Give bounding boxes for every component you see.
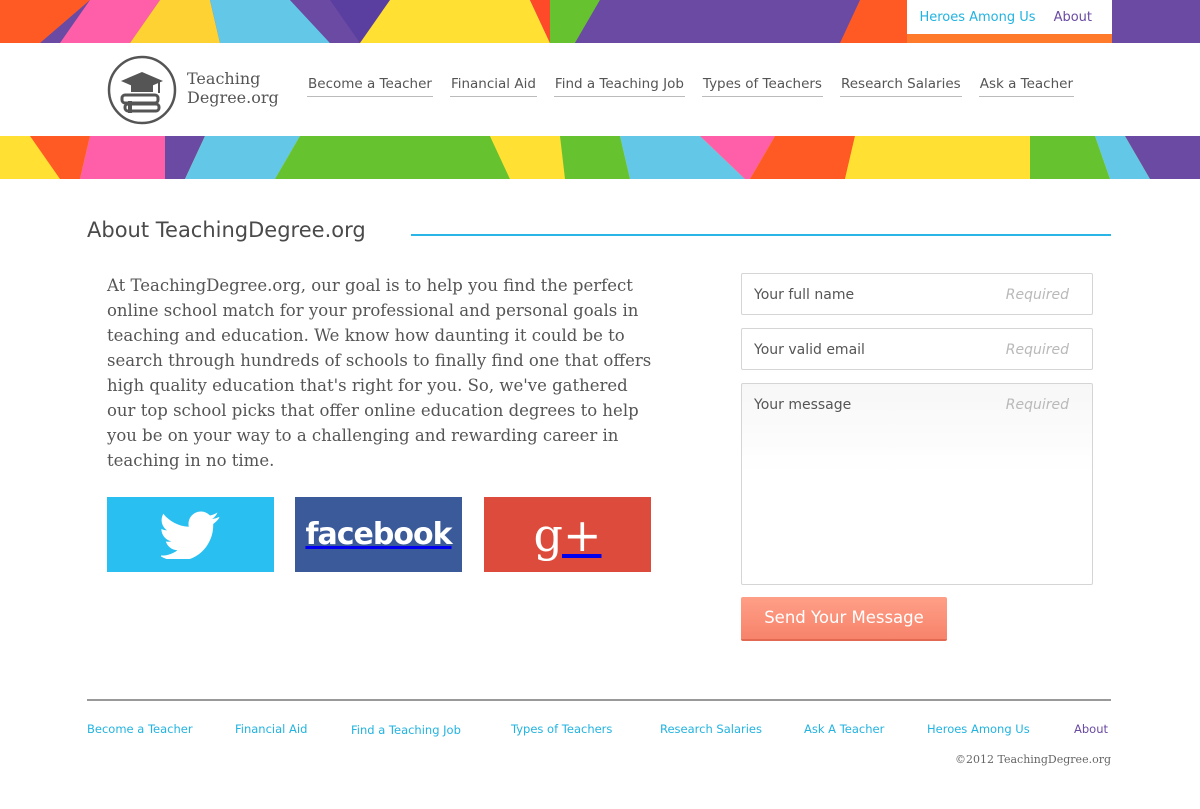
footer-link-find-a-teaching-job[interactable]: Find a Teaching Job [351, 723, 461, 737]
site-header: Teaching Degree.org Become a Teacher Fin… [0, 43, 1200, 136]
main-nav: Become a Teacher Financial Aid Find a Te… [307, 76, 1075, 97]
footer-link-become-a-teacher[interactable]: Become a Teacher [87, 722, 193, 736]
nav-types-of-teachers[interactable]: Types of Teachers [701, 76, 823, 97]
footer-link-financial-aid[interactable]: Financial Aid [235, 722, 307, 736]
name-required-label: Required [1005, 287, 1069, 303]
utility-nav: Heroes Among Us About [907, 0, 1112, 34]
email-field[interactable]: Your valid email Required [741, 328, 1093, 370]
footer-divider [87, 699, 1111, 701]
logo-line-2: Degree.org [187, 88, 279, 107]
name-field[interactable]: Your full name Required [741, 273, 1093, 315]
facebook-button[interactable]: facebook [295, 497, 462, 572]
message-required-label: Required [1005, 397, 1069, 413]
google-plus-button[interactable]: g+ [484, 497, 651, 572]
footer-link-ask-a-teacher[interactable]: Ask A Teacher [804, 722, 884, 736]
email-required-label: Required [1005, 342, 1069, 358]
nav-become-a-teacher[interactable]: Become a Teacher [307, 76, 433, 97]
title-divider [411, 234, 1111, 236]
twitter-button[interactable] [107, 497, 274, 572]
footer-link-types-of-teachers[interactable]: Types of Teachers [511, 722, 612, 736]
nav-financial-aid[interactable]: Financial Aid [449, 76, 537, 97]
nav-research-salaries[interactable]: Research Salaries [839, 76, 962, 97]
email-placeholder: Your valid email [754, 342, 865, 358]
header-color-banner [0, 136, 1200, 179]
name-placeholder: Your full name [754, 287, 855, 303]
google-plus-logo-text: g+ [533, 507, 602, 562]
nav-ask-a-teacher[interactable]: Ask a Teacher [978, 76, 1075, 97]
copyright: ©2012 TeachingDegree.org [955, 753, 1111, 766]
message-placeholder: Your message [754, 397, 852, 413]
footer-link-heroes-among-us[interactable]: Heroes Among Us [927, 722, 1030, 736]
send-message-button[interactable]: Send Your Message [741, 597, 947, 639]
message-field[interactable]: Your message Required [741, 383, 1093, 585]
utility-link-about[interactable]: About [1054, 10, 1092, 25]
page-title: About TeachingDegree.org [87, 218, 366, 242]
logo-line-1: Teaching [187, 69, 261, 88]
footer-link-research-salaries[interactable]: Research Salaries [660, 722, 762, 736]
utility-link-heroes[interactable]: Heroes Among Us [919, 10, 1035, 25]
facebook-logo-text: facebook [305, 517, 452, 552]
nav-find-a-teaching-job[interactable]: Find a Teaching Job [553, 76, 685, 97]
twitter-bird-icon [160, 511, 219, 559]
footer-link-about[interactable]: About [1074, 722, 1108, 736]
books-graduation-cap-icon [107, 55, 177, 125]
about-paragraph: At TeachingDegree.org, our goal is to he… [107, 276, 652, 470]
logo-text: Teaching Degree.org [187, 69, 279, 107]
